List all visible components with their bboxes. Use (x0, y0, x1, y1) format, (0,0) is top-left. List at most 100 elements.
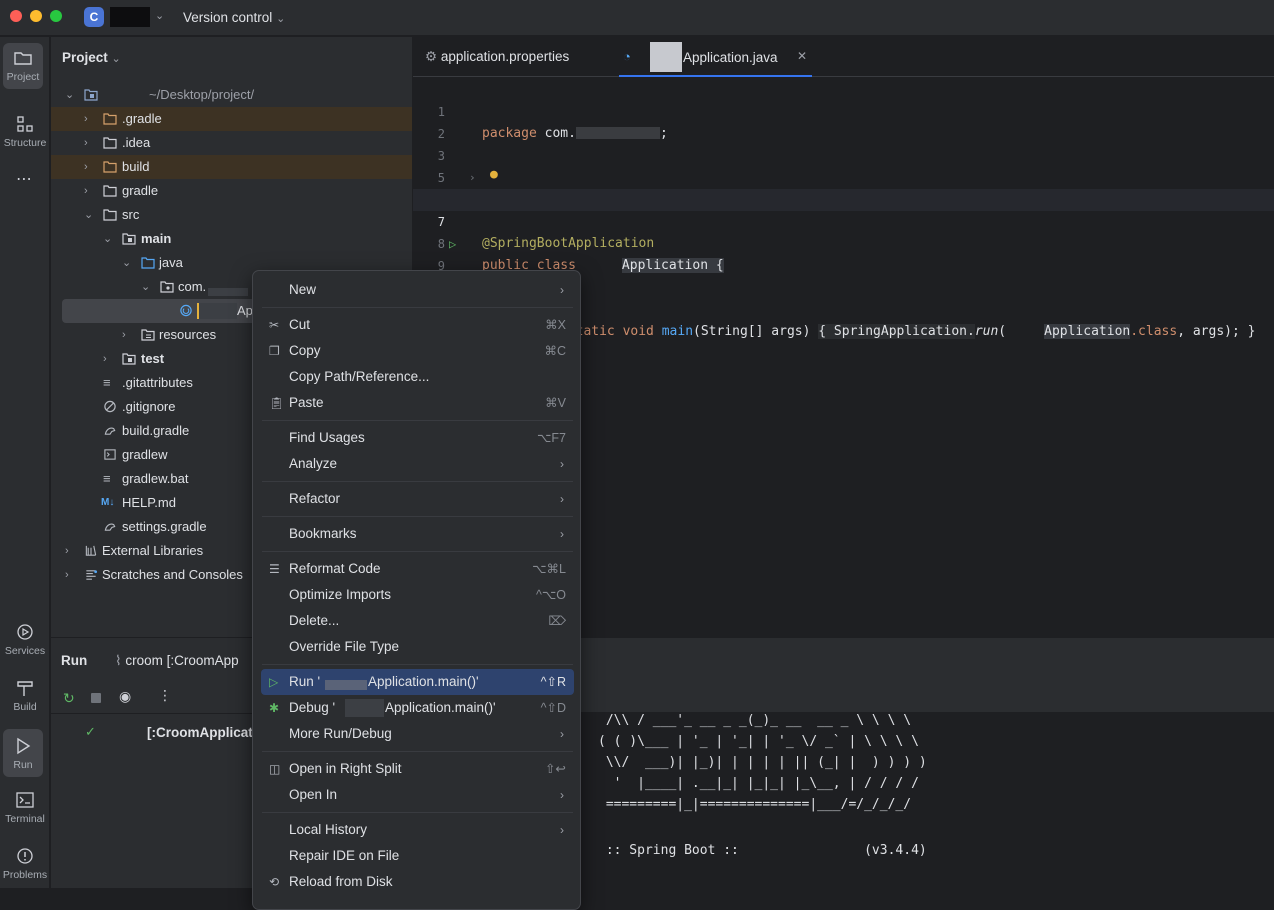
terminal-tool-button[interactable]: Terminal (1, 789, 49, 833)
menu-item-reformat[interactable]: ☰ Reformat Code ⌥⌘L (261, 556, 574, 582)
folder-icon (14, 52, 32, 65)
version-control-menu[interactable]: Version control ⌄ (183, 10, 285, 25)
code-line[interactable]: 9 ▷ › public static void main(String[] a… (413, 233, 1274, 339)
run-tree-item[interactable]: [:CroomApplicat (147, 725, 253, 740)
more-tools-button[interactable]: ⋯ (1, 169, 49, 189)
menu-shortcut: ⌥⌘L (532, 562, 566, 576)
menu-label: New (289, 282, 317, 297)
chevron-down-icon[interactable]: ⌄ (84, 203, 96, 227)
menu-label: Copy (289, 343, 321, 358)
menu-item-analyze[interactable]: Analyze › (261, 451, 574, 477)
chevron-down-icon[interactable]: ⌄ (155, 9, 164, 22)
eye-icon[interactable]: ◉ (119, 688, 131, 705)
run-panel-title[interactable]: Run (61, 653, 87, 668)
checkmark-icon: ✓ (85, 724, 96, 739)
chevron-right-icon[interactable]: › (84, 131, 96, 155)
chevron-right-icon[interactable]: › (103, 347, 115, 371)
folder-icon (103, 185, 117, 197)
code-line[interactable]: 6 ● @SpringBootApplication (413, 164, 1274, 251)
menu-item-copy[interactable]: ❐ Copy ⌘C (261, 338, 574, 364)
project-avatar[interactable]: C (84, 7, 104, 27)
chevron-down-icon[interactable]: ⌄ (141, 275, 153, 299)
tree-row-src[interactable]: ⌄ src (51, 203, 412, 227)
editor-tab-bar: ⚙ application.properties ◔ Application.j… (413, 37, 1274, 77)
tree-row-gradle[interactable]: › gradle (51, 179, 412, 203)
menu-item-delete[interactable]: Delete... ⌦ (261, 608, 574, 634)
chevron-right-icon[interactable]: › (65, 563, 77, 587)
run-tool-button[interactable]: Run (3, 729, 43, 777)
menu-item-debug-main[interactable]: ✱ Debug ' Application.main()' ^⇧D (261, 695, 574, 721)
services-tool-button[interactable]: Services (1, 621, 49, 665)
tree-label: main (141, 231, 172, 246)
menu-item-run-main[interactable]: ▷ Run ' Application.main()' ^⇧R (261, 669, 574, 695)
class-name-redacted (650, 42, 682, 72)
menu-item-local-history[interactable]: Local History › (261, 817, 574, 843)
menu-item-optimize-imports[interactable]: Optimize Imports ^⌥O (261, 582, 574, 608)
code-line[interactable]: 1 package com.; (413, 79, 1274, 141)
zoom-window-button[interactable] (50, 10, 62, 22)
code-line-current[interactable]: 7 ▷ public class Application { (413, 189, 1274, 273)
build-tool-button[interactable]: Build (1, 677, 49, 721)
console-output[interactable]: /\\ / ___'_ __ _ _(_)_ __ __ _ \ \ \ \ (… (580, 712, 1274, 888)
tree-root-row[interactable]: ⌄ ~/Desktop/project/ (51, 83, 412, 107)
chevron-down-icon[interactable]: ⌄ (103, 227, 115, 251)
code-line[interactable]: 8 (413, 211, 1274, 251)
chevron-right-icon[interactable]: › (84, 155, 96, 179)
close-window-button[interactable] (10, 10, 22, 22)
chevron-right-icon[interactable]: › (84, 107, 96, 131)
chevron-right-icon[interactable]: › (84, 179, 96, 203)
chevron-down-icon[interactable]: ⌄ (122, 251, 134, 275)
clipboard-icon: 📋︎ (269, 396, 285, 410)
menu-item-copy-path[interactable]: Copy Path/Reference... (261, 364, 574, 390)
project-name-redacted[interactable] (110, 7, 150, 27)
structure-tool-label: Structure (3, 137, 47, 149)
rerun-icon[interactable]: ↻ (63, 690, 75, 707)
run-config-tab[interactable]: ⌇ croom [:CroomApp (115, 653, 239, 669)
menu-item-open-in[interactable]: Open In › (261, 782, 574, 808)
tab-application-java[interactable]: ◔ Application.java ✕ (619, 37, 812, 77)
menu-label: Delete... (289, 613, 340, 628)
copy-icon: ❐ (269, 344, 280, 358)
code-line[interactable]: 5 (413, 145, 1274, 185)
menu-item-repair-ide[interactable]: Repair IDE on File (261, 843, 574, 869)
minimize-window-button[interactable] (30, 10, 42, 22)
menu-item-reload-from-disk[interactable]: ⟲ Reload from Disk (261, 869, 574, 895)
chevron-down-icon[interactable]: ⌄ (65, 83, 77, 107)
tree-row-build[interactable]: › build (51, 155, 412, 179)
chevron-right-icon: › (560, 727, 564, 741)
chevron-down-icon: ⌄ (276, 13, 286, 25)
tab-application-properties[interactable]: ⚙ application.properties (425, 49, 569, 65)
problems-tool-button[interactable]: Problems (1, 845, 49, 889)
tree-label: build.gradle (122, 423, 190, 438)
project-panel-title[interactable]: Project ⌄ (62, 50, 121, 65)
more-options-icon[interactable]: ⋮ (158, 687, 172, 704)
tree-label: com. (178, 279, 207, 294)
menu-item-more-run-debug[interactable]: More Run/Debug › (261, 721, 574, 747)
lightbulb-icon[interactable]: ● (490, 164, 498, 186)
chevron-right-icon[interactable]: › (122, 323, 134, 347)
tree-row-main[interactable]: ⌄ main (51, 227, 412, 251)
project-tool-button[interactable]: Project (3, 43, 43, 89)
menu-label: Local History (289, 822, 368, 837)
menu-label: More Run/Debug (289, 726, 392, 741)
menu-label: Copy Path/Reference... (289, 369, 430, 384)
menu-item-cut[interactable]: ✂ Cut ⌘X (261, 312, 574, 338)
structure-icon (17, 116, 33, 132)
code-line[interactable]: 2 (413, 101, 1274, 141)
console-line: =========|_|==============|___/=/_/_/_/ (598, 797, 912, 812)
tree-row-idea[interactable]: › .idea (51, 131, 412, 155)
structure-tool-button[interactable]: Structure (1, 113, 49, 157)
tree-row-gradle-dir[interactable]: › .gradle (51, 107, 412, 131)
menu-item-bookmarks[interactable]: Bookmarks › (261, 521, 574, 547)
menu-item-paste[interactable]: 📋︎ Paste ⌘V (261, 390, 574, 416)
menu-item-open-right-split[interactable]: ◫ Open in Right Split ⇧↩ (261, 756, 574, 782)
menu-item-override-file-type[interactable]: Override File Type (261, 634, 574, 660)
chevron-right-icon[interactable]: › (65, 539, 77, 563)
code-line[interactable]: 3 › import ... (413, 123, 1274, 207)
menu-item-refactor[interactable]: Refactor › (261, 486, 574, 512)
menu-item-new[interactable]: New › (261, 277, 574, 303)
close-icon[interactable]: ✕ (797, 49, 807, 63)
menu-item-find-usages[interactable]: Find Usages ⌥F7 (261, 425, 574, 451)
module-folder-icon (84, 89, 98, 101)
stop-icon[interactable] (91, 693, 101, 703)
